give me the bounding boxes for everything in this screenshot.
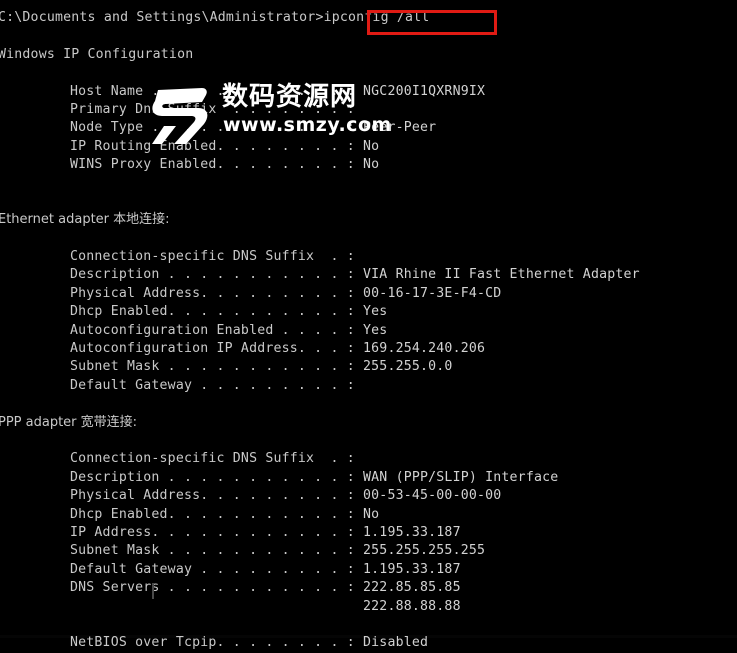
row-ip-routing-enabled: IP Routing Enabled. . . . . . . . : No <box>0 138 737 156</box>
row-value: 1.195.33.187 <box>363 524 461 540</box>
row-connection-specific-dns-suffix: Connection-specific DNS Suffix . : <box>0 248 737 266</box>
row-default-gateway: Default Gateway . . . . . . . . . : 1.19… <box>0 561 737 579</box>
row-label: Autoconfiguration Enabled . . . . : <box>70 322 355 338</box>
row-value: 00-16-17-3E-F4-CD <box>363 285 502 301</box>
section-heading-ppp-adapter: PPP adapter 宽带连接: <box>0 414 138 430</box>
row-value: 1.195.33.187 <box>363 561 461 577</box>
row-label: Subnet Mask . . . . . . . . . . . : <box>70 543 355 559</box>
row-value: WAN (PPP/SLIP) Interface <box>363 469 559 485</box>
row-netbios-over-tcpip: NetBIOS over Tcpip. . . . . . . . : Disa… <box>0 634 737 652</box>
row-value: Peer-Peer <box>363 120 437 136</box>
row-label: IP Routing Enabled. . . . . . . . : <box>70 138 355 154</box>
row-label: Default Gateway . . . . . . . . . : <box>70 561 355 577</box>
prompt-path: C:\Documents and Settings\Administrator> <box>0 10 324 25</box>
row-subnet-mask: Subnet Mask . . . . . . . . . . . : 255.… <box>0 358 737 376</box>
row-subnet-mask: Subnet Mask . . . . . . . . . . . : 255.… <box>0 542 737 560</box>
row-label: Physical Address. . . . . . . . . : <box>70 285 355 301</box>
row-autoconfiguration-enabled: Autoconfiguration Enabled . . . . : Yes <box>0 322 737 340</box>
row-label: Description . . . . . . . . . . . : <box>70 267 355 283</box>
row-dhcp-enabled: Dhcp Enabled. . . . . . . . . . . : Yes <box>0 303 737 321</box>
row-label: Connection-specific DNS Suffix . : <box>70 451 355 467</box>
row-dns-servers: DNS Servers . . . . . . . . . . . : 222.… <box>0 579 737 597</box>
row-label <box>70 598 355 616</box>
row-value: 255.255.255.255 <box>363 543 486 559</box>
row-primary-dns-suffix: Primary Dns Suffix . . . . . . . : <box>0 101 737 119</box>
row-connection-specific-dns-suffix: Connection-specific DNS Suffix . : <box>0 450 737 468</box>
row-value: NGC200I1QXRN9IX <box>363 83 486 99</box>
row-wins-proxy-enabled: WINS Proxy Enabled. . . . . . . . : No <box>0 156 737 174</box>
row-label: Subnet Mask . . . . . . . . . . . : <box>70 359 355 375</box>
section-heading-windows-ip-configuration: Windows IP Configuration <box>0 46 194 62</box>
row-label: WINS Proxy Enabled. . . . . . . . : <box>70 157 355 173</box>
row-default-gateway: Default Gateway . . . . . . . . . : <box>0 377 737 395</box>
row-label: Dhcp Enabled. . . . . . . . . . . : <box>70 506 355 522</box>
command-prompt-window[interactable]: C:\Documents and Settings\Administrator>… <box>0 0 737 650</box>
row-value: VIA Rhine II Fast Ethernet Adapter <box>363 267 640 283</box>
row-dns-servers-secondary: 222.88.88.88 <box>0 598 737 616</box>
row-label: Primary Dns Suffix . . . . . . . : <box>70 101 355 117</box>
typed-command: ipconfig /all <box>323 10 430 25</box>
row-label: Dhcp Enabled. . . . . . . . . . . : <box>70 304 355 320</box>
row-host-name: Host Name . . . . . . . . . . . . : NGC2… <box>0 83 737 101</box>
row-value: 255.255.0.0 <box>363 359 453 375</box>
row-label: Default Gateway . . . . . . . . . : <box>70 377 355 393</box>
row-label: Autoconfiguration IP Address. . . : <box>70 341 355 357</box>
row-physical-address: Physical Address. . . . . . . . . : 00-5… <box>0 487 737 505</box>
row-value: No <box>363 138 380 154</box>
row-label: Host Name . . . . . . . . . . . . : <box>70 83 355 99</box>
section-heading-ethernet-adapter: Ethernet adapter 本地连接: <box>0 212 170 228</box>
row-physical-address: Physical Address. . . . . . . . . : 00-1… <box>0 285 737 303</box>
row-ip-address: IP Address. . . . . . . . . . . . : 1.19… <box>0 524 737 542</box>
prompt-line: C:\Documents and Settings\Administrator>… <box>0 9 737 27</box>
row-description: Description . . . . . . . . . . . : VIA … <box>0 266 737 284</box>
row-label: DNS Servers . . . . . . . . . . . : <box>70 580 355 596</box>
row-autoconfiguration-ip-address: Autoconfiguration IP Address. . . : 169.… <box>0 340 737 358</box>
row-label: Physical Address. . . . . . . . . : <box>70 488 355 504</box>
row-node-type: Node Type . . . . . . . . . . . . : Peer… <box>0 119 737 137</box>
row-dhcp-enabled: Dhcp Enabled. . . . . . . . . . . : No <box>0 506 737 524</box>
row-label: Description . . . . . . . . . . . : <box>70 469 355 485</box>
row-value: Yes <box>363 304 388 320</box>
row-description: Description . . . . . . . . . . . : WAN … <box>0 469 737 487</box>
row-value: 222.85.85.85 <box>363 580 461 596</box>
row-value: Yes <box>363 322 388 338</box>
cursor-artifact <box>152 583 154 599</box>
row-label: Node Type . . . . . . . . . . . . : <box>70 120 355 136</box>
row-label: Connection-specific DNS Suffix . : <box>70 249 355 265</box>
row-value: 169.254.240.206 <box>363 341 486 357</box>
row-label: NetBIOS over Tcpip. . . . . . . . : <box>70 635 355 651</box>
row-value: 222.88.88.88 <box>363 598 461 614</box>
row-value: 00-53-45-00-00-00 <box>363 488 502 504</box>
row-label: IP Address. . . . . . . . . . . . : <box>70 524 355 540</box>
row-value: No <box>363 157 380 173</box>
row-value: No <box>363 506 380 522</box>
